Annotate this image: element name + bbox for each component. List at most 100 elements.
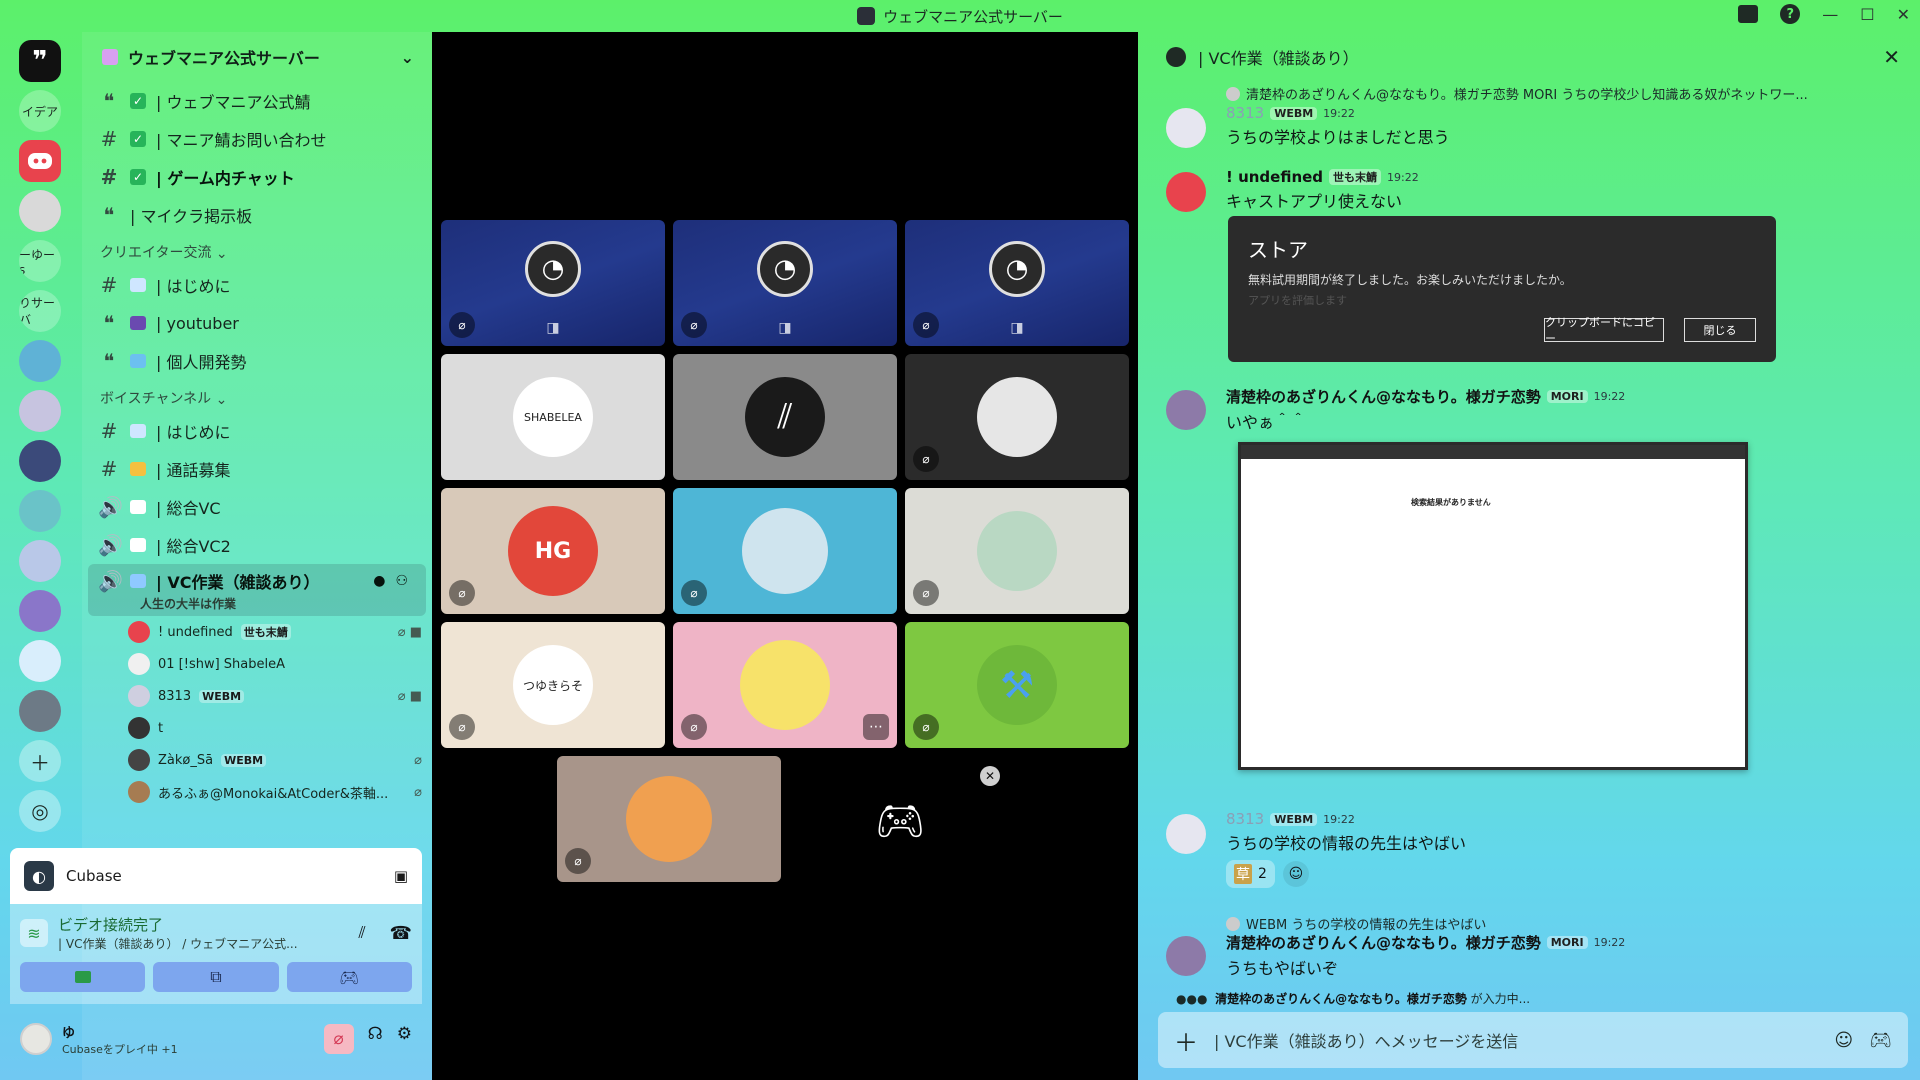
server-avatar-3[interactable] — [19, 390, 61, 432]
screen-share-button[interactable]: ⧉ — [153, 962, 279, 992]
category-voice[interactable]: ボイスチャンネル ⌄ — [82, 380, 432, 412]
avatar[interactable] — [20, 1023, 52, 1055]
reply-preview[interactable]: WEBM うちの学校の情報の先生はやばい — [1226, 914, 1486, 933]
video-tile[interactable]: ⌀ — [557, 756, 781, 882]
video-tile[interactable]: ⚒ ⌀ — [905, 622, 1129, 748]
server-avatar-4[interactable] — [19, 440, 61, 482]
avatar[interactable] — [1166, 936, 1206, 976]
video-tile[interactable]: ⌀ ⋯ — [673, 622, 897, 748]
voice-user[interactable]: Zàkø_Sā WEBM ⌀ — [82, 744, 432, 776]
close-thread-icon[interactable]: ✕ — [1883, 45, 1900, 69]
channel-item[interactable]: ❝ | マイクラ掲示板 — [82, 196, 432, 234]
server-risaaba[interactable]: りサーバ — [19, 290, 61, 332]
channel-item[interactable]: 🔊 | 総合VC — [82, 488, 432, 526]
message-author[interactable]: 8313 — [1226, 104, 1264, 122]
close-icon[interactable]: ✕ — [980, 766, 1000, 786]
disconnect-icon[interactable]: ☎ — [390, 923, 412, 944]
avatar[interactable] — [1166, 108, 1206, 148]
stream-icon[interactable]: ▣ — [394, 867, 408, 885]
voice-user[interactable]: あるふぁ@Monokai&AtCoder&茶軸... ⌀ — [82, 776, 432, 808]
gamepad-icon[interactable]: 🎮︎ — [1869, 1030, 1892, 1051]
emoji-icon[interactable]: ☺ — [1834, 1030, 1853, 1051]
maximize-button[interactable]: ☐ — [1860, 5, 1874, 24]
signal-icon[interactable]: ≋ — [20, 919, 48, 947]
video-tile[interactable]: ⌀ — [905, 354, 1129, 480]
noise-suppression-icon[interactable]: ⫽ — [358, 923, 365, 943]
avatar[interactable] — [1166, 814, 1206, 854]
channel-item[interactable]: # ✓ | マニア鯖お問い合わせ — [82, 120, 432, 158]
minimize-button[interactable]: — — [1822, 5, 1838, 24]
channel-label: | 通話募集 — [156, 461, 231, 480]
message-author[interactable]: 清楚枠のあざりんくん@ななもり。様ガチ恋勢 — [1226, 386, 1541, 407]
discord-server-icon[interactable] — [19, 140, 61, 182]
settings-gear-icon[interactable]: ⚙ — [397, 1024, 412, 1054]
mute-icon: ⌀ — [681, 580, 707, 606]
server-avatar-8[interactable] — [19, 640, 61, 682]
server-yus[interactable]: ーゆーs — [19, 240, 61, 282]
obs-icon: ◔ — [525, 241, 581, 297]
channel-item[interactable]: # ✓ | ゲーム内チャット — [82, 158, 432, 196]
voice-user[interactable]: 01 [!shw] ShabeleA — [82, 648, 432, 680]
avatar[interactable] — [1166, 390, 1206, 430]
channel-item[interactable]: # | はじめに — [82, 412, 432, 450]
camera-button[interactable] — [20, 962, 146, 992]
server-avatar-9[interactable] — [19, 690, 61, 732]
channel-item[interactable]: # | はじめに — [82, 266, 432, 304]
server-avatar-6[interactable] — [19, 540, 61, 582]
server-idea[interactable]: イデア — [19, 90, 61, 132]
headphones-icon[interactable]: ☊ — [368, 1024, 383, 1054]
video-tile[interactable]: つゆきらそ ⌀ — [441, 622, 665, 748]
voice-user[interactable]: t — [82, 712, 432, 744]
server-avatar-5[interactable] — [19, 490, 61, 532]
explore-servers-icon[interactable]: ◎ — [19, 790, 61, 832]
composer-placeholder[interactable]: | VC作業（雑談あり）へメッセージを送信 — [1214, 1028, 1518, 1052]
video-tile[interactable]: HG ⌀ — [441, 488, 665, 614]
chat-icon[interactable]: ● — [373, 573, 385, 589]
add-attachment-icon[interactable]: ＋ — [1174, 1023, 1198, 1058]
message-author[interactable]: ! undefined — [1226, 168, 1323, 186]
avatar[interactable] — [1166, 172, 1206, 212]
close-window-button[interactable]: ✕ — [1897, 5, 1910, 24]
voice-status[interactable]: ビデオ接続完了 — [58, 914, 348, 935]
channel-item[interactable]: # | 通話募集 — [82, 450, 432, 488]
server-avatar-7[interactable] — [19, 590, 61, 632]
voice-user[interactable]: ! undefined 世も末鯖 ⌀ ■ — [82, 616, 432, 648]
server-avatar-2[interactable] — [19, 340, 61, 382]
channel-item[interactable]: ❝ | youtuber — [82, 304, 432, 342]
activity-panel[interactable]: ◐ Cubase ▣ — [10, 848, 422, 904]
video-tile[interactable]: ◔ ⌀ ◨ — [905, 220, 1129, 346]
channel-item[interactable]: ❝ ✓ | ウェブマニア公式鯖 — [82, 82, 432, 120]
inbox-icon[interactable] — [1738, 5, 1759, 23]
video-tile[interactable]: ◔ ⌀ ◨ — [673, 220, 897, 346]
server-avatar-1[interactable] — [19, 190, 61, 232]
video-tile[interactable]: SHABELEA — [441, 354, 665, 480]
add-reaction-icon[interactable]: ☺ — [1282, 861, 1309, 887]
voice-user[interactable]: 8313 WEBM ⌀ ■ — [82, 680, 432, 712]
store-dialog-screenshot[interactable]: ストア 無料試用期間が終了しました。お楽しみいただけましたか。 アプリを評価しま… — [1228, 216, 1776, 362]
add-server-icon[interactable]: ＋ — [19, 740, 61, 782]
category-creator[interactable]: クリエイター交流 ⌄ — [82, 234, 432, 266]
channel-item[interactable]: ❝ | 個人開発勢 — [82, 342, 432, 380]
more-options-icon[interactable]: ⋯ — [863, 714, 889, 740]
video-tile[interactable]: ◔ ⌀ ◨ — [441, 220, 665, 346]
activity-button[interactable]: 🎮︎ — [286, 962, 412, 992]
server-header[interactable]: ウェブマニア公式サーバー ⌄ — [82, 32, 432, 82]
message-author[interactable]: 8313 — [1226, 810, 1264, 828]
video-tile[interactable]: ⌀ — [673, 488, 897, 614]
attached-screenshot[interactable]: 検索結果がありません — [1238, 442, 1748, 770]
voice-location[interactable]: | VC作業（雑談あり） / ウェブマニア公式... — [58, 935, 348, 952]
reply-preview[interactable]: 清楚枠のあざりんくん@ななもり。様ガチ恋勢 MORI うちの学校少し知識ある奴が… — [1226, 84, 1866, 103]
add-member-icon[interactable]: ⚇ — [395, 573, 408, 589]
avatar — [128, 781, 150, 803]
video-tile[interactable]: ⫽ — [673, 354, 897, 480]
message-author[interactable]: 清楚枠のあざりんくん@ななもり。様ガチ恋勢 — [1226, 932, 1541, 953]
help-icon[interactable]: ? — [1780, 4, 1801, 24]
message-composer[interactable]: ＋ | VC作業（雑談あり）へメッセージを送信 ☺ 🎮︎ — [1158, 1012, 1908, 1068]
active-voice-channel[interactable]: 🔊 | VC作業（雑談あり） ● ⚇ 人生の大半は作業 — [88, 564, 426, 616]
reaction-chip[interactable]: 草 2 — [1226, 860, 1275, 888]
activity-tile[interactable]: 🎮︎ ✕ — [788, 758, 1012, 884]
channel-item[interactable]: 🔊 | 総合VC2 — [82, 526, 432, 564]
video-tile[interactable]: ⌀ — [905, 488, 1129, 614]
mic-muted-icon[interactable]: ⌀ — [323, 1024, 354, 1054]
quote-server-icon[interactable]: ❞ — [19, 40, 61, 82]
